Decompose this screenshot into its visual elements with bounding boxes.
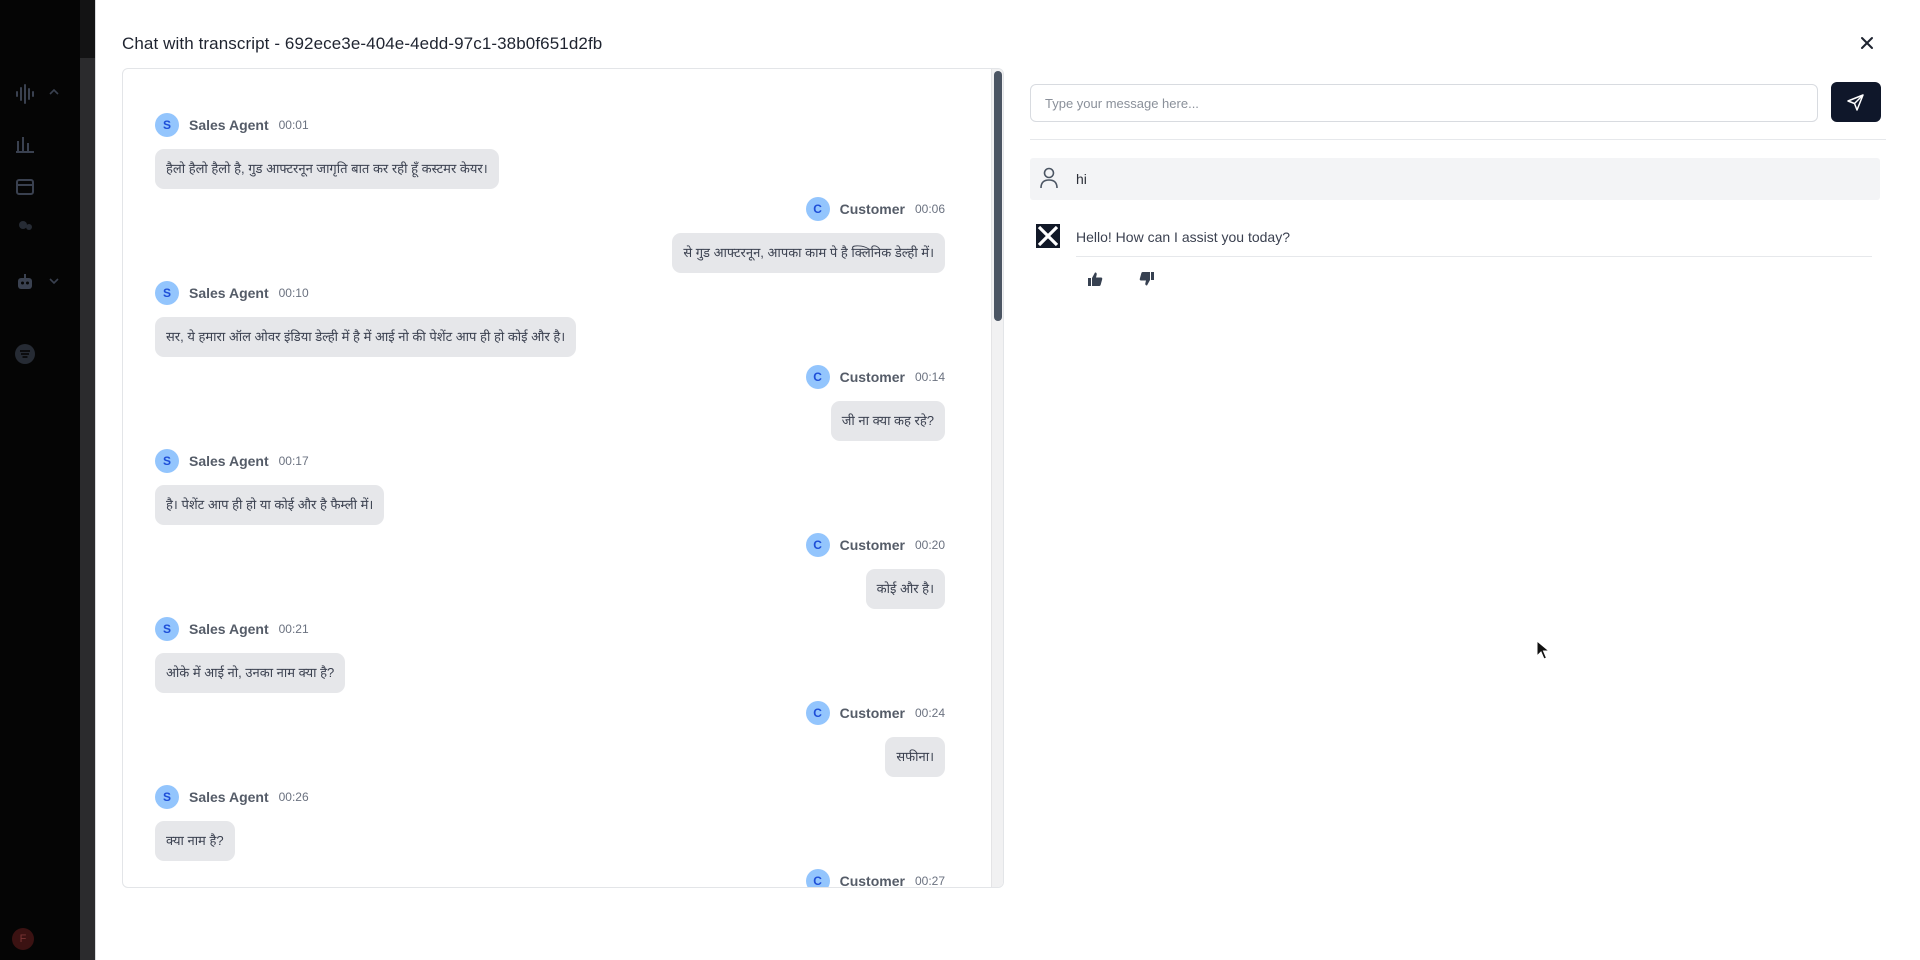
bar-chart-icon[interactable] xyxy=(14,133,36,155)
chat-transcript-modal: Chat with transcript - 692ece3e-404e-4ed… xyxy=(95,0,1920,960)
scrollbar-thumb[interactable] xyxy=(994,71,1002,321)
message-time: 00:10 xyxy=(278,286,309,300)
user-chat-message: hi xyxy=(1030,158,1880,200)
speaker-name: Sales Agent xyxy=(189,621,269,637)
chevron-up-icon[interactable] xyxy=(48,88,60,99)
message-time: 00:26 xyxy=(278,790,309,804)
chat-divider xyxy=(1030,139,1886,140)
speaker-name: Customer xyxy=(839,369,905,385)
transcript-message: C Customer 00:20 कोई और है। xyxy=(155,533,945,609)
speaker-name: Customer xyxy=(839,705,905,721)
transcript-message: C Customer 00:24 सफीना। xyxy=(155,701,945,777)
speaker-name: Customer xyxy=(839,537,905,553)
user-icon xyxy=(1040,167,1058,189)
message-time: 00:27 xyxy=(914,874,945,888)
message-bubble: क्या नाम है? xyxy=(155,821,235,861)
message-bubble: कोई और है। xyxy=(865,569,945,609)
speaker-avatar: S xyxy=(155,281,179,305)
message-time: 00:17 xyxy=(278,454,309,468)
speaker-avatar: C xyxy=(805,869,830,887)
speaker-avatar: C xyxy=(805,197,830,221)
chevron-down-icon[interactable] xyxy=(48,277,60,288)
waveform-icon[interactable] xyxy=(14,83,36,105)
send-icon xyxy=(1847,94,1864,111)
modal-title: Chat with transcript - 692ece3e-404e-4ed… xyxy=(122,34,603,53)
message-bubble: से गुड आफ्टरनून, आपका काम पे है क्लिनिक … xyxy=(672,233,945,273)
user-message-text: hi xyxy=(1076,171,1087,187)
transcript-message: S Sales Agent 00:01 हैलो हैलो हैलो है, गुड… xyxy=(155,113,945,189)
people-icon[interactable] xyxy=(14,217,36,239)
bot-message-text: Hello! How can I assist you today? xyxy=(1076,229,1290,245)
speaker-name: Sales Agent xyxy=(189,117,269,133)
app-sidebar: F xyxy=(0,0,95,960)
transcript-message: S Sales Agent 00:10 सर, ये हमारा ऑल ओवर इं… xyxy=(155,281,945,357)
calendar-icon[interactable] xyxy=(14,175,36,197)
speaker-avatar: S xyxy=(155,617,179,641)
speaker-name: Sales Agent xyxy=(189,453,269,469)
robot-icon[interactable] xyxy=(14,271,36,293)
close-icon xyxy=(1861,37,1873,49)
message-time: 00:24 xyxy=(914,706,945,720)
send-button[interactable] xyxy=(1831,82,1881,122)
user-avatar[interactable]: F xyxy=(12,928,34,950)
speaker-avatar: C xyxy=(805,365,830,389)
transcript-message: S Sales Agent 00:21 ओके में आई नो, उनका ना… xyxy=(155,617,945,693)
message-bubble: ओके में आई नो, उनका नाम क्या है? xyxy=(155,653,346,693)
message-time: 00:06 xyxy=(914,202,945,216)
menu-circle-icon[interactable] xyxy=(14,343,36,365)
message-bubble: सर, ये हमारा ऑल ओवर इंडिया डेल्ही में है… xyxy=(155,317,577,357)
bot-chat-message: Hello! How can I assist you today? xyxy=(1030,222,1880,292)
bot-message-divider xyxy=(1076,256,1872,257)
transcript-message: C Customer 00:06 से गुड आफ्टरनून, आपका काम… xyxy=(155,197,945,273)
speaker-name: Customer xyxy=(839,201,905,217)
speaker-avatar: C xyxy=(805,701,830,725)
message-time: 00:21 xyxy=(278,622,309,636)
speaker-name: Sales Agent xyxy=(189,789,269,805)
bot-logo-icon xyxy=(1036,224,1060,248)
thumbs-up-icon[interactable] xyxy=(1086,270,1104,288)
transcript-scrollbar[interactable] xyxy=(991,69,1003,887)
speaker-name: Customer xyxy=(839,873,905,888)
close-button[interactable] xyxy=(1854,30,1880,56)
transcript-message: C Customer 00:27 xyxy=(155,869,945,888)
transcript-message: S Sales Agent 00:26 क्या नाम है? xyxy=(155,785,945,861)
message-bubble: हैलो हैलो हैलो है, गुड आफ्टरनून जागृति ब… xyxy=(155,149,499,189)
message-time: 00:01 xyxy=(278,118,309,132)
transcript-message: C Customer 00:14 जी ना क्या कह रहे? xyxy=(155,365,945,441)
message-time: 00:14 xyxy=(914,370,945,384)
chat-message-input[interactable] xyxy=(1030,84,1818,122)
message-bubble: सफीना। xyxy=(885,737,945,777)
message-bubble: जी ना क्या कह रहे? xyxy=(830,401,945,441)
transcript-message: S Sales Agent 00:17 है। पेशेंट आप ही हो या… xyxy=(155,449,945,525)
speaker-avatar: S xyxy=(155,785,179,809)
mouse-cursor-icon xyxy=(1536,640,1550,660)
speaker-avatar: S xyxy=(155,449,179,473)
speaker-name: Sales Agent xyxy=(189,285,269,301)
message-time: 00:20 xyxy=(914,538,945,552)
thumbs-down-icon[interactable] xyxy=(1138,270,1156,288)
speaker-avatar: C xyxy=(805,533,830,557)
transcript-panel[interactable]: S Sales Agent 00:01 हैलो हैलो हैलो है, गुड… xyxy=(122,68,1004,888)
message-bubble: है। पेशेंट आप ही हो या कोई और है फैम्ली … xyxy=(155,485,385,525)
speaker-avatar: S xyxy=(155,113,179,137)
